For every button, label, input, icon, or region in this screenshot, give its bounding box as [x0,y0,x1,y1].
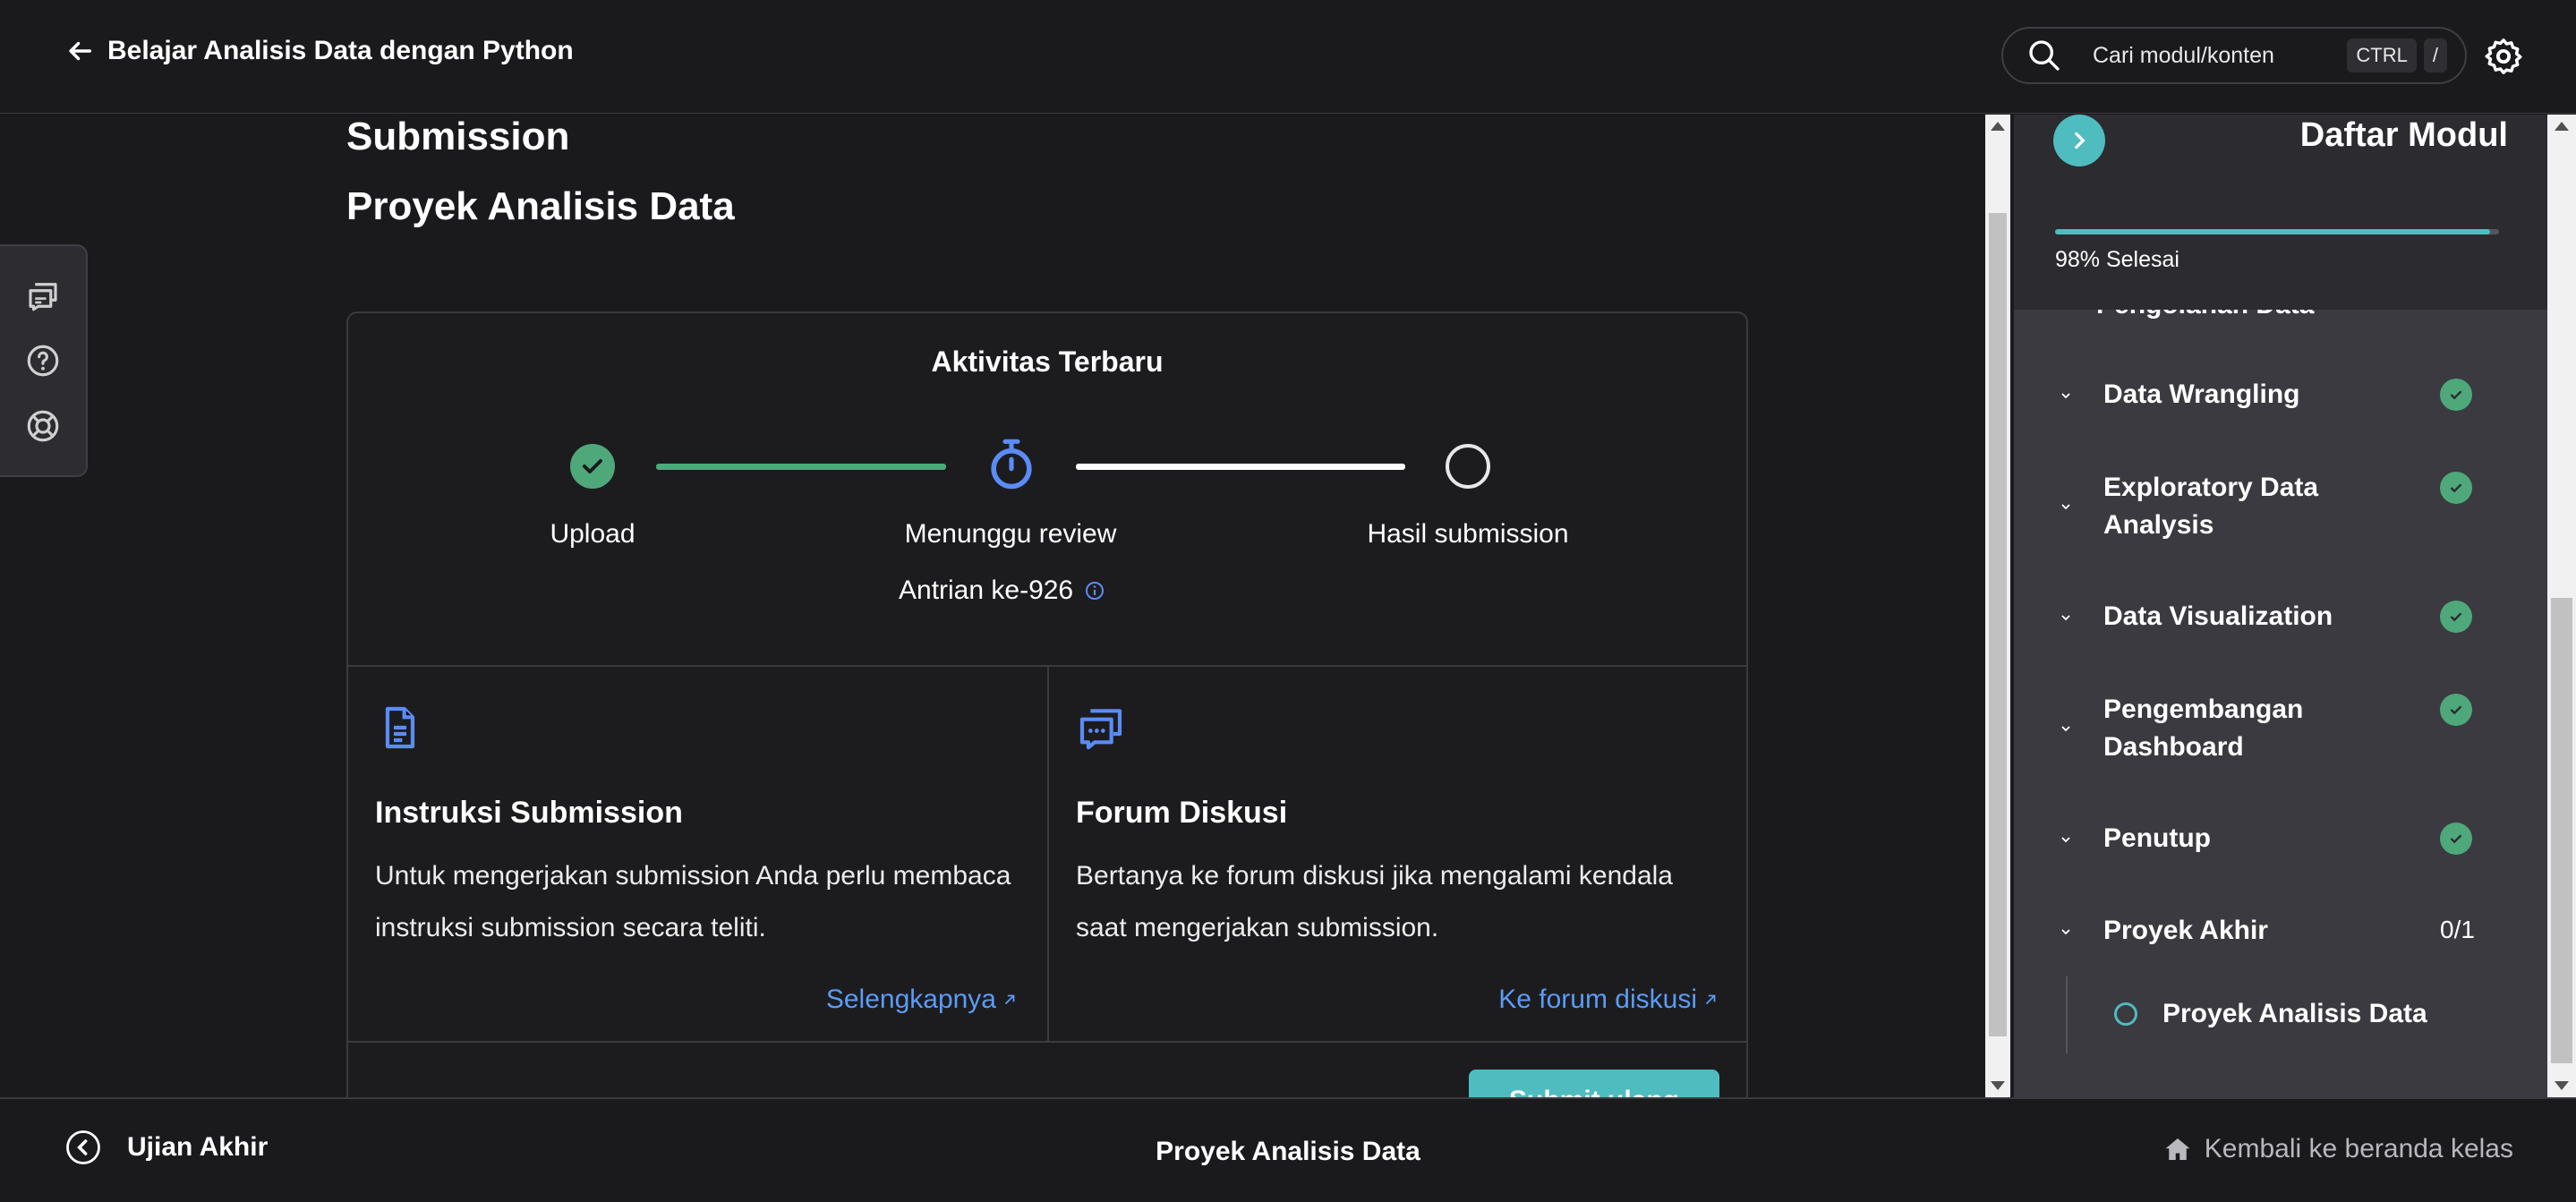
instructions-section: Instruksi Submission Untuk mengerjakan s… [348,667,1046,1014]
external-arrow-icon [1004,994,1015,1005]
sub-item-active[interactable]: Proyek Analisis Data [2014,995,2547,1033]
page-title: Proyek Analisis Data [346,184,735,228]
forum-text: Bertanya ke forum diskusi jika mengalami… [1076,861,1673,942]
home-icon [2165,1138,2190,1160]
step-done-check-icon [570,444,615,489]
step-line-pending [1076,464,1405,470]
home-link-label: Kembali ke beranda kelas [2204,1134,2513,1164]
activity-title: Aktivitas Terbaru [931,345,1164,378]
progress-text: 98% Selesai [2055,247,2179,272]
info-icon[interactable] [1084,580,1105,601]
search-placeholder: Cari modul/konten [2093,42,2274,68]
forum-link-label: Ke forum diskusi [1498,985,1697,1014]
chevron-down-icon [2061,837,2070,843]
module-item[interactable]: Exploratory Data Analysis [2014,469,2547,544]
module-label: Exploratory Data Analysis [2103,473,2319,540]
main-scroll-thumb[interactable] [1989,213,2007,1036]
search-box[interactable]: Cari modul/konten CTRL / [2001,27,2467,84]
chevron-down-icon [2061,393,2070,399]
back-to-class-home-link[interactable]: Kembali ke beranda kelas [2162,1133,2513,1165]
panel-title: Daftar Modul [2299,116,2508,154]
instructions-title: Instruksi Submission [375,796,683,830]
check-icon [2440,472,2472,504]
section-heading: Submission [346,115,570,158]
chevron-down-icon [2061,726,2070,732]
scroll-down-arrow[interactable] [1991,1081,2005,1090]
check-icon [2440,379,2472,411]
course-title: Belajar Analisis Data dengan Python [107,36,574,65]
module-label: Pengembangan Dashboard [2103,695,2304,762]
step-label-review: Menunggu review [904,519,1117,549]
module-panel: Pengolahan Data Data Wrangling Explorato… [2014,115,2547,1097]
instructions-link[interactable]: Selengkapnya [826,985,1018,1015]
chevron-down-icon [2061,929,2070,935]
step-line-done [656,464,946,470]
queue-text: Antrian ke-926 [899,575,1074,605]
external-arrow-icon [1705,994,1716,1005]
module-item[interactable]: Proyek Akhir 0/1 [2014,912,2547,950]
progress-fill [2055,229,2491,234]
module-label: Penutup [2103,823,2211,853]
module-item[interactable]: Data Visualization [2014,598,2547,635]
arrow-left-icon [69,41,92,61]
main-content: Submission Proyek Analisis Data Aktivita… [0,115,1980,1097]
stopwatch-icon [991,439,1032,490]
module-count: 0/1 [2440,916,2475,943]
top-bar: Belajar Analisis Data dengan Python Cari… [0,0,2576,114]
main-scrollbar[interactable] [1985,115,2010,1097]
check-icon [2440,694,2472,726]
instructions-text: Untuk mengerjakan submission Anda perlu … [375,861,1011,942]
chevron-down-icon [2061,615,2070,621]
panel-scrollbar[interactable] [2547,115,2576,1097]
gear-icon[interactable] [2483,36,2524,77]
submission-stepper: Upload Menunggu review Hasil submission … [348,430,1746,609]
circle-icon [2114,1002,2137,1026]
scroll-up-arrow[interactable] [1991,122,2005,131]
instructions-link-label: Selengkapnya [825,985,996,1014]
shortcut-key-slash: / [2423,38,2447,72]
module-label: Data Wrangling [2103,379,2300,409]
step-pending-circle-icon [1446,444,1490,489]
check-icon [2440,823,2472,855]
panel-toggle-button[interactable] [2053,115,2105,166]
shortcut-key-ctrl: CTRL [2347,38,2417,72]
step-label-result: Hasil submission [1367,519,1569,549]
forum-section: Forum Diskusi Bertanya ke forum diskusi … [1049,667,1747,1014]
forum-link[interactable]: Ke forum diskusi [1498,985,1719,1015]
resubmit-button[interactable]: Submit ulang [1469,1070,1719,1097]
back-to-course-link[interactable]: Belajar Analisis Data dengan Python [64,36,574,66]
module-item[interactable]: Pengembangan Dashboard [2014,691,2547,766]
discussion-icon [1076,703,1720,753]
bottom-bar: Ujian Akhir Proyek Analisis Data Kembali… [0,1097,2576,1202]
module-label: Data Visualization [2103,601,2333,631]
scroll-down-arrow[interactable] [2555,1081,2569,1090]
card-divider-bottom [348,1041,1746,1043]
submission-card: Aktivitas Terbaru Upload Menunggu review… [346,311,1748,1097]
module-item[interactable]: Data Wrangling [2014,376,2547,413]
search-icon [2026,38,2062,73]
sub-item-label: Proyek Analisis Data [2162,999,2427,1028]
document-icon [375,703,1019,753]
queue-info: Antrian ke-926 [899,575,1105,606]
progress-bar [2055,229,2499,234]
chevron-down-icon [2061,504,2070,510]
chevron-right-icon [2075,132,2086,149]
panel-scroll-thumb[interactable] [2551,598,2572,1063]
panel-header: Daftar Modul 98% Selesai [2014,115,2547,310]
module-list-scrollbar[interactable] [2517,310,2537,1097]
module-label: Proyek Akhir [2103,916,2268,945]
forum-title: Forum Diskusi [1076,796,1288,830]
step-label-upload: Upload [550,519,635,549]
check-icon [2440,601,2472,633]
scroll-up-arrow[interactable] [2555,122,2569,131]
module-item[interactable]: Penutup [2014,820,2547,857]
